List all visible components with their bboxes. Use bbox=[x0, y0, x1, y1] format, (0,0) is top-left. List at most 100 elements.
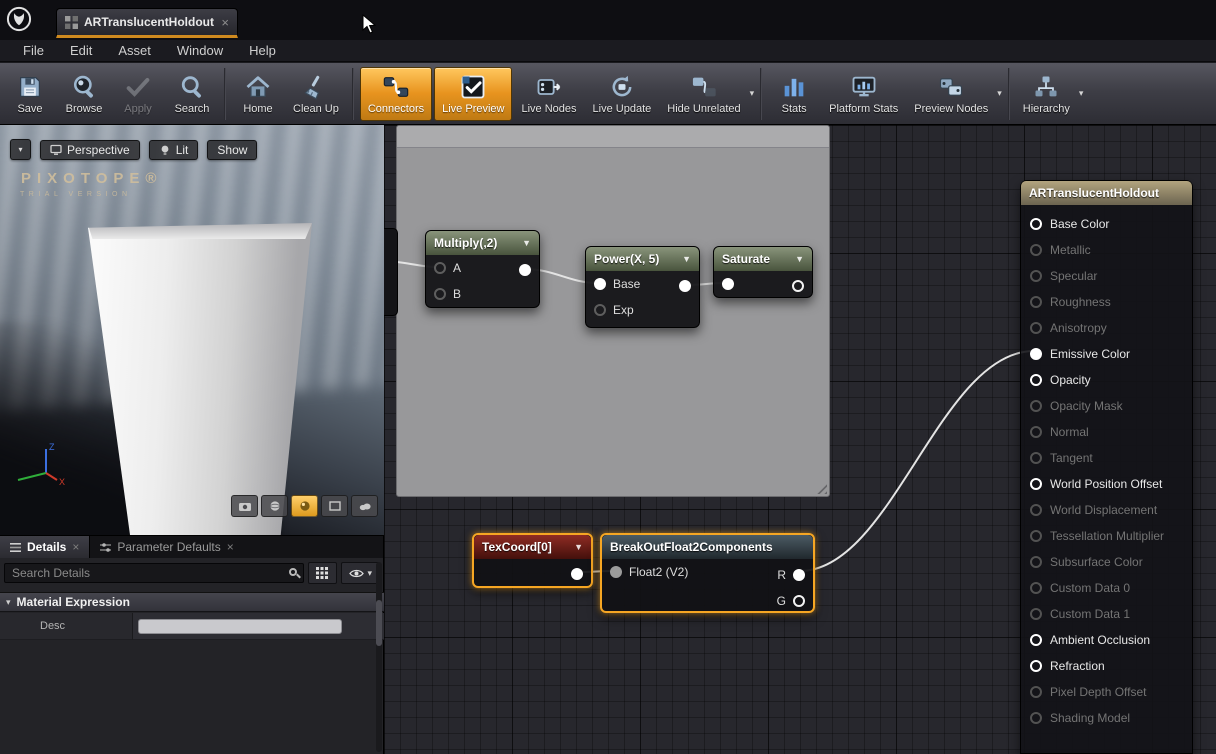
material-pin-icon[interactable] bbox=[1030, 634, 1042, 646]
asset-tab-close-icon[interactable]: × bbox=[221, 15, 229, 30]
material-expression-section-header[interactable]: ▾ Material Expression bbox=[0, 592, 384, 612]
material-pin-row[interactable]: Opacity Mask bbox=[1021, 393, 1192, 419]
saturate-node-header[interactable]: Saturate ▼ bbox=[714, 247, 812, 271]
partially-hidden-node[interactable] bbox=[384, 228, 398, 316]
comment-resize-handle[interactable] bbox=[815, 482, 827, 494]
material-pin-icon[interactable] bbox=[1030, 686, 1042, 698]
material-pin-row[interactable]: World Position Offset bbox=[1021, 471, 1192, 497]
power-node[interactable]: Power(X, 5) ▼ Base Exp bbox=[585, 246, 700, 328]
search-button[interactable]: Search bbox=[166, 67, 218, 121]
material-pin-icon[interactable] bbox=[1030, 296, 1042, 308]
material-node-header[interactable]: ARTranslucentHoldout bbox=[1021, 181, 1192, 205]
details-scrollbar-thumb[interactable] bbox=[376, 600, 382, 646]
material-result-node[interactable]: ARTranslucentHoldout Base Color Metallic… bbox=[1020, 180, 1193, 754]
material-pin-row[interactable]: Specular bbox=[1021, 263, 1192, 289]
saturate-node[interactable]: Saturate ▼ bbox=[713, 246, 813, 298]
material-pin-icon[interactable] bbox=[1030, 374, 1042, 386]
saturate-output[interactable] bbox=[792, 280, 804, 292]
viewport-tool-button-1[interactable] bbox=[231, 495, 258, 517]
material-pin-row[interactable]: Metallic bbox=[1021, 237, 1192, 263]
material-pin-row[interactable]: Anisotropy bbox=[1021, 315, 1192, 341]
hide-unrelated-dropdown-icon[interactable]: ▾ bbox=[750, 88, 755, 99]
material-pin-row[interactable]: Subsurface Color bbox=[1021, 549, 1192, 575]
tab-parameter-defaults[interactable]: Parameter Defaults × bbox=[90, 536, 243, 558]
breakout-output-r-pin[interactable] bbox=[793, 569, 805, 581]
power-input-exp-row[interactable]: Exp bbox=[586, 297, 699, 323]
material-pin-row[interactable]: Tessellation Multiplier bbox=[1021, 523, 1192, 549]
hierarchy-dropdown-icon[interactable]: ▾ bbox=[1079, 88, 1084, 99]
material-pin-icon[interactable] bbox=[1030, 556, 1042, 568]
material-pin-row[interactable]: Emissive Color bbox=[1021, 341, 1192, 367]
details-tab-close-icon[interactable]: × bbox=[72, 540, 79, 554]
multiply-input-a-pin[interactable] bbox=[434, 262, 446, 274]
lit-button[interactable]: Lit bbox=[149, 140, 199, 160]
view-options-button[interactable]: ▾ bbox=[341, 562, 380, 584]
breakout-input-pin[interactable] bbox=[610, 566, 622, 578]
material-pin-icon[interactable] bbox=[1030, 452, 1042, 464]
desc-input[interactable] bbox=[138, 619, 342, 634]
multiply-input-b-row[interactable]: B bbox=[426, 281, 539, 307]
menu-asset[interactable]: Asset bbox=[105, 41, 164, 60]
breakout-node-header[interactable]: BreakOutFloat2Components bbox=[602, 535, 813, 559]
section-expand-icon[interactable]: ▾ bbox=[6, 597, 11, 608]
saturate-input-pin[interactable] bbox=[722, 278, 734, 290]
texcoord-node[interactable]: TexCoord[0] ▼ bbox=[472, 533, 593, 588]
viewport-tool-button-3[interactable] bbox=[291, 495, 318, 517]
material-pin-row[interactable]: Shading Model bbox=[1021, 705, 1192, 731]
material-pin-row[interactable]: Normal bbox=[1021, 419, 1192, 445]
power-output[interactable] bbox=[679, 280, 691, 292]
material-pin-icon[interactable] bbox=[1030, 270, 1042, 282]
power-input-base-pin[interactable] bbox=[594, 278, 606, 290]
breakout-output-g[interactable]: G bbox=[777, 594, 805, 608]
viewport-tool-button-5[interactable] bbox=[351, 495, 378, 517]
material-pin-row[interactable]: Refraction bbox=[1021, 653, 1192, 679]
browse-button[interactable]: Browse bbox=[58, 67, 110, 121]
texcoord-output[interactable] bbox=[571, 568, 583, 580]
menu-window[interactable]: Window bbox=[164, 41, 236, 60]
home-button[interactable]: Home bbox=[232, 67, 284, 121]
breakout-output-r[interactable]: R bbox=[777, 568, 805, 582]
texcoord-node-header[interactable]: TexCoord[0] ▼ bbox=[474, 535, 591, 559]
asset-tab[interactable]: ARTranslucentHoldout × bbox=[56, 8, 238, 38]
platform-stats-button[interactable]: Platform Stats bbox=[822, 67, 905, 121]
live-update-button[interactable]: Live Update bbox=[586, 67, 659, 121]
material-pin-icon[interactable] bbox=[1030, 478, 1042, 490]
menu-help[interactable]: Help bbox=[236, 41, 289, 60]
material-pin-row[interactable]: Custom Data 0 bbox=[1021, 575, 1192, 601]
material-pin-icon[interactable] bbox=[1030, 504, 1042, 516]
multiply-output[interactable] bbox=[519, 264, 531, 276]
material-pin-row[interactable]: Ambient Occlusion bbox=[1021, 627, 1192, 653]
saturate-output-pin[interactable] bbox=[792, 280, 804, 292]
comment-box-header[interactable] bbox=[397, 126, 829, 148]
show-button[interactable]: Show bbox=[207, 140, 257, 160]
material-pin-icon[interactable] bbox=[1030, 712, 1042, 724]
preview-nodes-dropdown-icon[interactable]: ▾ bbox=[997, 88, 1002, 99]
perspective-button[interactable]: Perspective bbox=[40, 140, 140, 160]
menu-edit[interactable]: Edit bbox=[57, 41, 105, 60]
material-pin-icon[interactable] bbox=[1030, 582, 1042, 594]
property-matrix-button[interactable] bbox=[308, 562, 337, 584]
material-pin-icon[interactable] bbox=[1030, 530, 1042, 542]
preview-viewport[interactable]: ▾ Perspective Lit Show PIXOTOPE® TRIAL V… bbox=[0, 125, 385, 535]
viewport-options-dropdown[interactable]: ▾ bbox=[10, 139, 31, 160]
material-pin-icon[interactable] bbox=[1030, 244, 1042, 256]
texcoord-collapse-icon[interactable]: ▼ bbox=[574, 542, 583, 552]
material-pin-icon[interactable] bbox=[1030, 218, 1042, 230]
tab-details[interactable]: Details × bbox=[0, 536, 90, 558]
save-button[interactable]: Save bbox=[4, 67, 56, 121]
material-pin-row[interactable]: Opacity bbox=[1021, 367, 1192, 393]
stats-button[interactable]: Stats bbox=[768, 67, 820, 121]
material-pin-icon[interactable] bbox=[1030, 322, 1042, 334]
viewport-tool-button-2[interactable] bbox=[261, 495, 288, 517]
search-details-input[interactable] bbox=[4, 563, 304, 583]
hierarchy-button[interactable]: Hierarchy bbox=[1016, 67, 1077, 121]
live-preview-button[interactable]: Live Preview bbox=[434, 67, 512, 121]
material-pin-row[interactable]: Roughness bbox=[1021, 289, 1192, 315]
live-nodes-button[interactable]: Live Nodes bbox=[514, 67, 583, 121]
hide-unrelated-button[interactable]: Hide Unrelated bbox=[660, 67, 747, 121]
material-pin-row[interactable]: World Displacement bbox=[1021, 497, 1192, 523]
material-pin-icon[interactable] bbox=[1030, 426, 1042, 438]
material-pin-row[interactable]: Tangent bbox=[1021, 445, 1192, 471]
power-output-pin[interactable] bbox=[679, 280, 691, 292]
multiply-node-header[interactable]: Multiply(,2) ▼ bbox=[426, 231, 539, 255]
